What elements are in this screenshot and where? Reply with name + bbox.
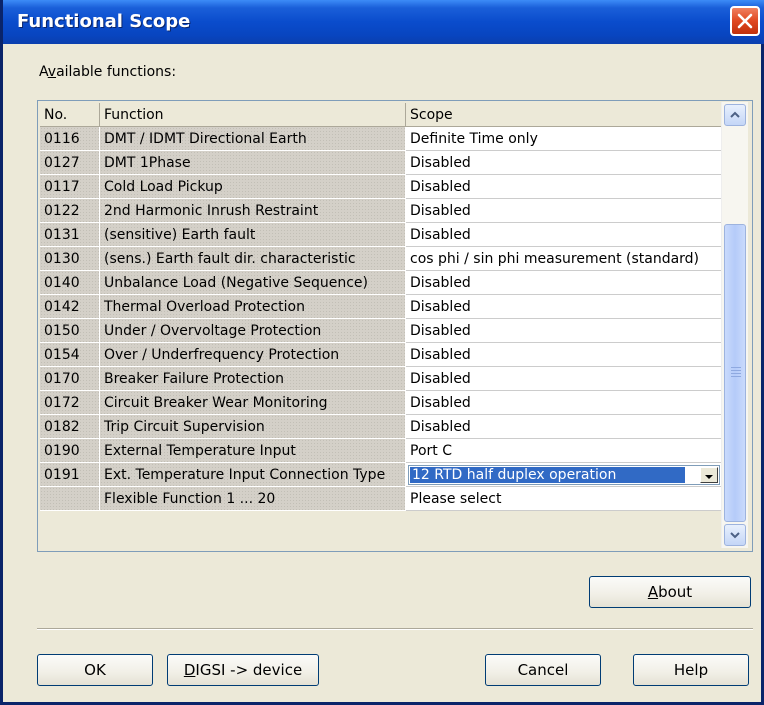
row-scope[interactable]: Definite Time only — [406, 127, 724, 151]
table-row[interactable]: 0116 DMT / IDMT Directional Earth Definite… — [40, 127, 724, 151]
row-function: Under / Overvoltage Protection — [100, 319, 406, 343]
table-row[interactable]: 0182 Trip Circuit Supervision Disabled — [40, 415, 724, 439]
row-number: 0191 — [40, 463, 100, 487]
separator — [37, 628, 753, 630]
scope-dropdown-value[interactable]: 12 RTD half duplex operation — [410, 467, 685, 483]
row-number: 0140 — [40, 271, 100, 295]
row-scope[interactable]: Disabled — [406, 415, 724, 439]
grip-line — [731, 376, 741, 377]
row-number — [40, 487, 100, 511]
row-function: Flexible Function 1 ... 20 — [100, 487, 406, 511]
row-function: (sens.) Earth fault dir. characteristic — [100, 247, 406, 271]
ok-button[interactable]: OK — [37, 654, 153, 686]
scope-dropdown-cell[interactable]: 12 RTD half duplex operation — [406, 463, 724, 487]
row-number: 0170 — [40, 367, 100, 391]
scroll-thumb[interactable] — [724, 224, 746, 522]
scroll-up-icon — [730, 111, 740, 118]
dropdown-button[interactable] — [700, 467, 718, 483]
row-scope[interactable]: Disabled — [406, 295, 724, 319]
row-function: Cold Load Pickup — [100, 175, 406, 199]
row-scope[interactable]: cos phi / sin phi measurement (standard) — [406, 247, 724, 271]
row-number: 0127 — [40, 151, 100, 175]
table-row[interactable]: 0190 External Temperature Input Port C — [40, 439, 724, 463]
table-row[interactable]: 0131 (sensitive) Earth fault Disabled — [40, 223, 724, 247]
row-number: 0122 — [40, 199, 100, 223]
table-row[interactable]: 0140 Unbalance Load (Negative Sequence) Di… — [40, 271, 724, 295]
window-title: Functional Scope — [17, 11, 191, 32]
scope-dropdown[interactable]: 12 RTD half duplex operation — [408, 465, 720, 485]
row-function: Thermal Overload Protection — [100, 295, 406, 319]
table-row[interactable]: 0170 Breaker Failure Protection Disabled — [40, 367, 724, 391]
row-function: DMT 1Phase — [100, 151, 406, 175]
row-function: Circuit Breaker Wear Monitoring — [100, 391, 406, 415]
about-button[interactable]: About — [589, 576, 751, 608]
dialog-window: Functional Scope Available functions: No… — [0, 0, 764, 705]
row-scope[interactable]: Disabled — [406, 175, 724, 199]
table-row[interactable]: 0122 2nd Harmonic Inrush Restraint Disable… — [40, 199, 724, 223]
row-number: 0172 — [40, 391, 100, 415]
row-number: 0154 — [40, 343, 100, 367]
row-number: 0190 — [40, 439, 100, 463]
row-function: Over / Underfrequency Protection — [100, 343, 406, 367]
functions-grid: No. Function Scope 0116 DMT / IDMT Direct… — [37, 100, 753, 552]
row-function: Breaker Failure Protection — [100, 367, 406, 391]
row-number: 0130 — [40, 247, 100, 271]
cancel-button[interactable]: Cancel — [485, 654, 601, 686]
close-button[interactable] — [730, 6, 760, 36]
scroll-down-button[interactable] — [724, 524, 746, 546]
row-function: Trip Circuit Supervision — [100, 415, 406, 439]
row-scope[interactable]: Disabled — [406, 151, 724, 175]
table-row[interactable]: 0130 (sens.) Earth fault dir. characteris… — [40, 247, 724, 271]
table-row[interactable]: Flexible Function 1 ... 20 Please select — [40, 487, 724, 511]
grip-line — [731, 373, 741, 374]
row-scope[interactable]: Disabled — [406, 391, 724, 415]
help-button[interactable]: Help — [633, 654, 749, 686]
row-function: DMT / IDMT Directional Earth — [100, 127, 406, 151]
row-number: 0117 — [40, 175, 100, 199]
row-scope[interactable]: Disabled — [406, 319, 724, 343]
table-row[interactable]: 0191 Ext. Temperature Input Connection Ty… — [40, 463, 724, 487]
row-scope[interactable]: Port C — [406, 439, 724, 463]
row-number: 0150 — [40, 319, 100, 343]
row-number: 0142 — [40, 295, 100, 319]
row-scope[interactable]: Disabled — [406, 223, 724, 247]
row-function: 2nd Harmonic Inrush Restraint — [100, 199, 406, 223]
row-function: Unbalance Load (Negative Sequence) — [100, 271, 406, 295]
grip-line — [731, 370, 741, 371]
row-scope[interactable]: Please select — [406, 487, 724, 511]
grid-header-row: No. Function Scope — [40, 103, 724, 127]
row-number: 0131 — [40, 223, 100, 247]
vertical-scrollbar[interactable] — [721, 102, 748, 548]
table-row[interactable]: 0142 Thermal Overload Protection Disabled — [40, 295, 724, 319]
title-bar[interactable]: Functional Scope — [3, 0, 764, 44]
row-function: (sensitive) Earth fault — [100, 223, 406, 247]
scroll-up-button[interactable] — [724, 104, 746, 126]
table-row[interactable]: 0150 Under / Overvoltage Protection Disabl… — [40, 319, 724, 343]
header-scope[interactable]: Scope — [406, 103, 724, 127]
dropdown-arrow-icon — [705, 475, 713, 479]
row-number: 0116 — [40, 127, 100, 151]
row-function: External Temperature Input — [100, 439, 406, 463]
header-no[interactable]: No. — [40, 103, 100, 127]
header-function[interactable]: Function — [100, 103, 406, 127]
row-scope[interactable]: Disabled — [406, 199, 724, 223]
row-scope[interactable]: Disabled — [406, 271, 724, 295]
table-row[interactable]: 0127 DMT 1Phase Disabled — [40, 151, 724, 175]
row-scope[interactable]: Disabled — [406, 367, 724, 391]
available-functions-label: Available functions: — [39, 64, 177, 80]
table-row[interactable]: 0154 Over / Underfrequency Protection Disa… — [40, 343, 724, 367]
row-function: Ext. Temperature Input Connection Type — [100, 463, 406, 487]
scroll-down-icon — [730, 532, 740, 539]
digsi-to-device-button[interactable]: DIGSI -> device — [167, 654, 319, 686]
row-scope[interactable]: Disabled — [406, 343, 724, 367]
row-number: 0182 — [40, 415, 100, 439]
close-icon — [737, 13, 753, 29]
table-row[interactable]: 0117 Cold Load Pickup Disabled — [40, 175, 724, 199]
grip-line — [731, 367, 741, 368]
table-row[interactable]: 0172 Circuit Breaker Wear Monitoring Disab… — [40, 391, 724, 415]
